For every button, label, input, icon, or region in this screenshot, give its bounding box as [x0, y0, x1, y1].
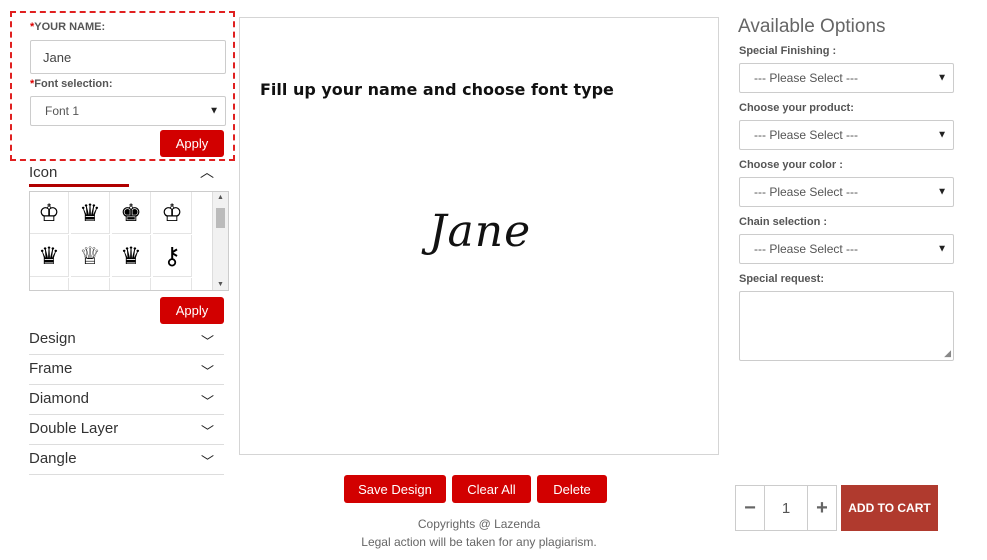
delete-button[interactable]: Delete	[537, 475, 607, 503]
apply-font-button[interactable]: Apply	[160, 130, 224, 157]
crown-icon[interactable]: ♛	[30, 235, 69, 277]
save-design-button[interactable]: Save Design	[344, 475, 446, 503]
icon-section-header[interactable]: Icon ︿	[29, 160, 224, 188]
instruction-text: Fill up your name and choose font type	[260, 80, 614, 99]
scroll-down-icon[interactable]: ▼	[217, 281, 224, 288]
font-select-value: Font 1	[45, 104, 80, 118]
product-label: Choose your product:	[739, 102, 854, 114]
icon-section-title: Icon	[29, 164, 58, 181]
font-label: *Font selection:	[30, 78, 113, 90]
chevron-down-icon: ▼	[937, 72, 947, 84]
accordion-dangle[interactable]: Dangle ﹀	[29, 445, 224, 475]
quantity-value[interactable]: 1	[764, 486, 808, 530]
request-label: Special request:	[739, 273, 824, 285]
chevron-up-icon: ︿	[200, 164, 214, 180]
design-canvas[interactable]: Fill up your name and choose font type J…	[239, 17, 719, 455]
accordion-label: Double Layer	[29, 420, 119, 437]
crown-icon[interactable]: ♛	[112, 235, 151, 277]
accordion-frame[interactable]: Frame ﹀	[29, 355, 224, 385]
chevron-down-icon: ﹀	[200, 364, 214, 379]
chevron-down-icon: ▼	[937, 129, 947, 141]
crown-icon[interactable]: ♔	[153, 192, 192, 234]
scroll-thumb[interactable]	[216, 208, 225, 228]
chain-select-value: --- Please Select ---	[754, 242, 859, 256]
chevron-down-icon: ▼	[209, 105, 219, 117]
partial-icon[interactable]	[112, 278, 151, 290]
partial-icon[interactable]	[71, 278, 110, 290]
partial-icon[interactable]	[153, 278, 192, 290]
color-label: Choose your color :	[739, 159, 843, 171]
product-select[interactable]: --- Please Select --- ▼	[739, 120, 954, 150]
key-icon[interactable]: ⚷	[153, 235, 192, 277]
accordion-double-layer[interactable]: Double Layer ﹀	[29, 415, 224, 445]
chain-label: Chain selection :	[739, 216, 828, 228]
crown-icon[interactable]: ♚	[112, 192, 151, 234]
finishing-label: Special Finishing :	[739, 45, 837, 57]
scroll-up-icon[interactable]: ▲	[217, 194, 224, 201]
resize-grip-icon[interactable]: ◢	[944, 348, 951, 359]
decrement-button[interactable]: −	[736, 486, 764, 530]
partial-icon[interactable]	[30, 278, 69, 290]
special-request-textarea[interactable]: ◢	[739, 291, 954, 361]
accordion-label: Design	[29, 330, 76, 347]
finishing-select-value: --- Please Select ---	[754, 71, 859, 85]
crown-icon[interactable]: ♕	[71, 235, 110, 277]
chevron-down-icon: ﹀	[200, 454, 214, 469]
accordion-design[interactable]: Design ﹀	[29, 325, 224, 355]
accordion-label: Frame	[29, 360, 73, 377]
finishing-select[interactable]: --- Please Select --- ▼	[739, 63, 954, 93]
crown-icon[interactable]: ♛	[71, 192, 110, 234]
icon-grid-scrollbar[interactable]: ▲ ▼	[212, 192, 228, 290]
chevron-down-icon: ﹀	[200, 394, 214, 409]
name-preview[interactable]: Jane	[240, 206, 720, 257]
color-select-value: --- Please Select ---	[754, 185, 859, 199]
accordion-label: Dangle	[29, 450, 77, 467]
product-select-value: --- Please Select ---	[754, 128, 859, 142]
accordion-diamond[interactable]: Diamond ﹀	[29, 385, 224, 415]
chain-select[interactable]: --- Please Select --- ▼	[739, 234, 954, 264]
quantity-stepper: − 1 +	[735, 485, 837, 531]
add-to-cart-button[interactable]: ADD TO CART	[841, 485, 938, 531]
crown-icon[interactable]: ♔	[30, 192, 69, 234]
name-label: *YOUR NAME:	[30, 21, 106, 33]
icon-grid: ♔ ♛ ♚ ♔ ♛ ♕ ♛ ⚷ ▲ ▼	[29, 191, 229, 291]
chevron-down-icon: ▼	[937, 186, 947, 198]
chevron-down-icon: ﹀	[200, 424, 214, 439]
accordion-label: Diamond	[29, 390, 90, 407]
font-select[interactable]: Font 1 ▼	[30, 96, 226, 126]
active-underline	[29, 184, 129, 187]
increment-button[interactable]: +	[808, 486, 836, 530]
apply-icon-button[interactable]: Apply	[160, 297, 224, 324]
chevron-down-icon: ﹀	[200, 334, 214, 349]
legal-text: Legal action will be taken for any plagi…	[361, 535, 597, 549]
options-title: Available Options	[738, 16, 886, 37]
copyright-text: Copyrights @ Lazenda	[417, 517, 541, 531]
clear-all-button[interactable]: Clear All	[452, 475, 531, 503]
name-input[interactable]	[30, 40, 226, 74]
chevron-down-icon: ▼	[937, 243, 947, 255]
name-font-panel: *YOUR NAME: *Font selection: Font 1 ▼ Ap…	[10, 11, 235, 161]
color-select[interactable]: --- Please Select --- ▼	[739, 177, 954, 207]
